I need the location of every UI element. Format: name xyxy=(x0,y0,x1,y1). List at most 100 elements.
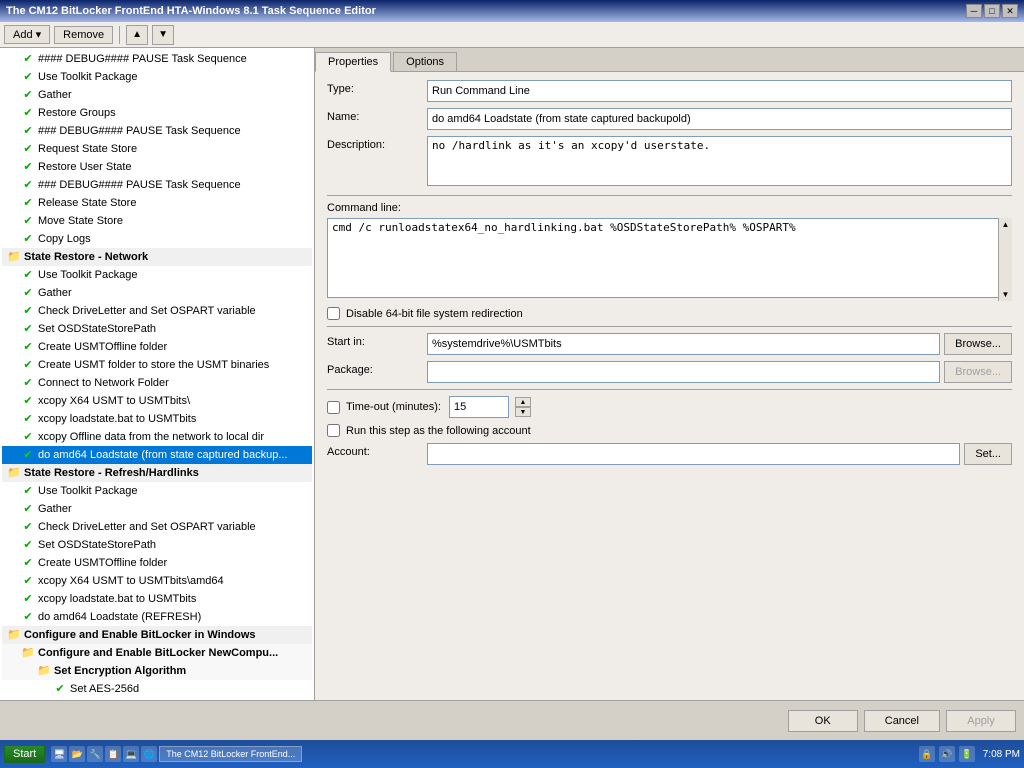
check-icon: ✔ xyxy=(20,322,36,336)
network-icon: 🔒 xyxy=(919,746,935,762)
tab-properties[interactable]: Properties xyxy=(315,52,391,72)
timeout-down-button[interactable]: ▼ xyxy=(515,407,531,417)
browse2-button[interactable]: Browse... xyxy=(944,361,1012,383)
taskbar-icon-6: 🌐 xyxy=(141,746,157,762)
tree-item-label: Use Toolkit Package xyxy=(38,69,137,85)
tree-item-restore-groups[interactable]: ✔ Restore Groups xyxy=(2,104,312,122)
check-icon: ✔ xyxy=(20,214,36,228)
tree-item-restore-user-state[interactable]: ✔ Restore User State xyxy=(2,158,312,176)
tree-item-create-usmt-folder[interactable]: ✔ Create USMT folder to store the USMT b… xyxy=(2,356,312,374)
tree-item-xcopy-x64[interactable]: ✔ xcopy X64 USMT to USMTbits\ xyxy=(2,392,312,410)
tree-group-state-restore-refresh[interactable]: 📁 State Restore - Refresh/Hardlinks xyxy=(2,464,312,482)
name-input[interactable] xyxy=(427,108,1012,130)
minimize-button[interactable]: ─ xyxy=(966,4,982,18)
description-textarea[interactable] xyxy=(427,136,1012,186)
tree-item-check-driveletter-ref[interactable]: ✔ Check DriveLetter and Set OSPART varia… xyxy=(2,518,312,536)
account-value-container: Set... xyxy=(427,443,1012,465)
tree-item-create-usmt-offline-ref[interactable]: ✔ Create USMTOffline folder xyxy=(2,554,312,572)
tree-item-gather-net[interactable]: ✔ Gather xyxy=(2,284,312,302)
tree-item-set-aes128[interactable]: ✔ Set AES-128 xyxy=(2,698,312,700)
tree-item-xcopy-offline[interactable]: ✔ xcopy Offline data from the network to… xyxy=(2,428,312,446)
tree-item-label: xcopy X64 USMT to USMTbits\ xyxy=(38,393,190,409)
tree-item-set-osd[interactable]: ✔ Set OSDStateStorePath xyxy=(2,320,312,338)
name-row: Name: xyxy=(327,108,1012,130)
tree-item-debug2[interactable]: ✔ ### DEBUG#### PAUSE Task Sequence xyxy=(2,122,312,140)
run-as-checkbox[interactable] xyxy=(327,424,340,437)
tree-item-copy-logs[interactable]: ✔ Copy Logs xyxy=(2,230,312,248)
package-input[interactable] xyxy=(427,361,940,383)
package-label: Package: xyxy=(327,361,427,376)
tree-group-set-encryption[interactable]: 📁 Set Encryption Algorithm xyxy=(2,662,312,680)
tree-item-do-amd64-ref[interactable]: ✔ do amd64 Loadstate (REFRESH) xyxy=(2,608,312,626)
cancel-button[interactable]: Cancel xyxy=(864,710,940,732)
browse1-button[interactable]: Browse... xyxy=(944,333,1012,355)
tree-item-connect-network[interactable]: ✔ Connect to Network Folder xyxy=(2,374,312,392)
timeout-input[interactable] xyxy=(449,396,509,418)
tree-item-gather[interactable]: ✔ Gather xyxy=(2,86,312,104)
tree-item-check-driveletter[interactable]: ✔ Check DriveLetter and Set OSPART varia… xyxy=(2,302,312,320)
command-line-container: ▲ ▼ xyxy=(327,218,1012,301)
check-icon: ✔ xyxy=(20,304,36,318)
start-in-input[interactable] xyxy=(427,333,940,355)
add-menu-button[interactable]: Add ▾ xyxy=(4,25,50,44)
tree-item-do-amd64[interactable]: ✔ do amd64 Loadstate (from state capture… xyxy=(2,446,312,464)
timeout-checkbox[interactable] xyxy=(327,401,340,414)
tree-item-label: Restore Groups xyxy=(38,105,116,121)
tree-item-use-toolkit[interactable]: ✔ Use Toolkit Package xyxy=(2,68,312,86)
tree-item-debug3[interactable]: ✔ ### DEBUG#### PAUSE Task Sequence xyxy=(2,176,312,194)
start-button[interactable]: Start xyxy=(4,745,45,763)
ok-button[interactable]: OK xyxy=(788,710,858,732)
tree-item-gather-ref[interactable]: ✔ Gather xyxy=(2,500,312,518)
tree-item-move-state[interactable]: ✔ Move State Store xyxy=(2,212,312,230)
check-icon: ✔ xyxy=(20,70,36,84)
tree-group-label: Configure and Enable BitLocker in Window… xyxy=(24,627,256,643)
tree-item-xcopy-loadstate-ref[interactable]: ✔ xcopy loadstate.bat to USMTbits xyxy=(2,590,312,608)
tree-item-xcopy-x64-ref[interactable]: ✔ xcopy X64 USMT to USMTbits\amd64 xyxy=(2,572,312,590)
tree-item-label: Check DriveLetter and Set OSPART variabl… xyxy=(38,303,256,319)
check-icon: ✔ xyxy=(20,556,36,570)
move-down-button[interactable]: ▼ xyxy=(152,25,174,45)
folder-icon: 📁 xyxy=(6,628,22,642)
command-line-label: Command line: xyxy=(327,202,1012,214)
tree-item-label: Gather xyxy=(38,285,72,301)
tree-group-configure-bitlocker-new[interactable]: 📁 Configure and Enable BitLocker NewComp… xyxy=(2,644,312,662)
move-up-button[interactable]: ▲ xyxy=(126,25,148,45)
tree-item-xcopy-loadstate[interactable]: ✔ xcopy loadstate.bat to USMTbits xyxy=(2,410,312,428)
tree-group-label: State Restore - Refresh/Hardlinks xyxy=(24,465,199,481)
tree-group-label: State Restore - Network xyxy=(24,249,148,265)
tree-item-create-usmt-offline[interactable]: ✔ Create USMTOffline folder xyxy=(2,338,312,356)
command-line-textarea[interactable] xyxy=(327,218,1012,298)
apply-button[interactable]: Apply xyxy=(946,710,1016,732)
tree-group-state-restore-network[interactable]: 📁 State Restore - Network xyxy=(2,248,312,266)
set-button[interactable]: Set... xyxy=(964,443,1012,465)
close-button[interactable]: ✕ xyxy=(1002,4,1018,18)
taskbar-left: Start 🖥 📂 🔧 📋 💻 🌐 The CM12 BitLocker Fro… xyxy=(4,745,302,763)
account-input[interactable] xyxy=(427,443,960,465)
tree-item-label: Set AES-256d xyxy=(70,681,139,697)
tree-item-use-toolkit-net[interactable]: ✔ Use Toolkit Package xyxy=(2,266,312,284)
check-icon: ✔ xyxy=(20,178,36,192)
tree-item-request-state[interactable]: ✔ Request State Store xyxy=(2,140,312,158)
start-in-row: Start in: Browse... xyxy=(327,333,1012,355)
tree-item-use-toolkit-ref[interactable]: ✔ Use Toolkit Package xyxy=(2,482,312,500)
tree-item-set-aes256d[interactable]: ✔ Set AES-256d xyxy=(2,680,312,698)
cmd-scroll-up: ▲ xyxy=(1002,220,1010,229)
tree-item-debug1[interactable]: ✔ #### DEBUG#### PAUSE Task Sequence xyxy=(2,50,312,68)
tree-item-set-osd-ref[interactable]: ✔ Set OSDStateStorePath xyxy=(2,536,312,554)
tab-options[interactable]: Options xyxy=(393,52,457,71)
properties-form: Type: Name: Description: xyxy=(315,72,1024,479)
maximize-button[interactable]: □ xyxy=(984,4,1000,18)
tree-item-label: #### DEBUG#### PAUSE Task Sequence xyxy=(38,51,247,67)
remove-button[interactable]: Remove xyxy=(54,26,113,44)
timeout-up-button[interactable]: ▲ xyxy=(515,397,531,407)
type-input[interactable] xyxy=(427,80,1012,102)
tree-group-configure-bitlocker[interactable]: 📁 Configure and Enable BitLocker in Wind… xyxy=(2,626,312,644)
disable64-checkbox[interactable] xyxy=(327,307,340,320)
check-icon: ✔ xyxy=(20,124,36,138)
taskbar-app-item[interactable]: The CM12 BitLocker FrontEnd... xyxy=(159,746,302,762)
cmd-scrollbar: ▲ ▼ xyxy=(998,218,1012,301)
tree-item-label: Copy Logs xyxy=(38,231,91,247)
tree-item-release-state[interactable]: ✔ Release State Store xyxy=(2,194,312,212)
tree-item-label: Connect to Network Folder xyxy=(38,375,169,391)
start-in-label: Start in: xyxy=(327,333,427,348)
